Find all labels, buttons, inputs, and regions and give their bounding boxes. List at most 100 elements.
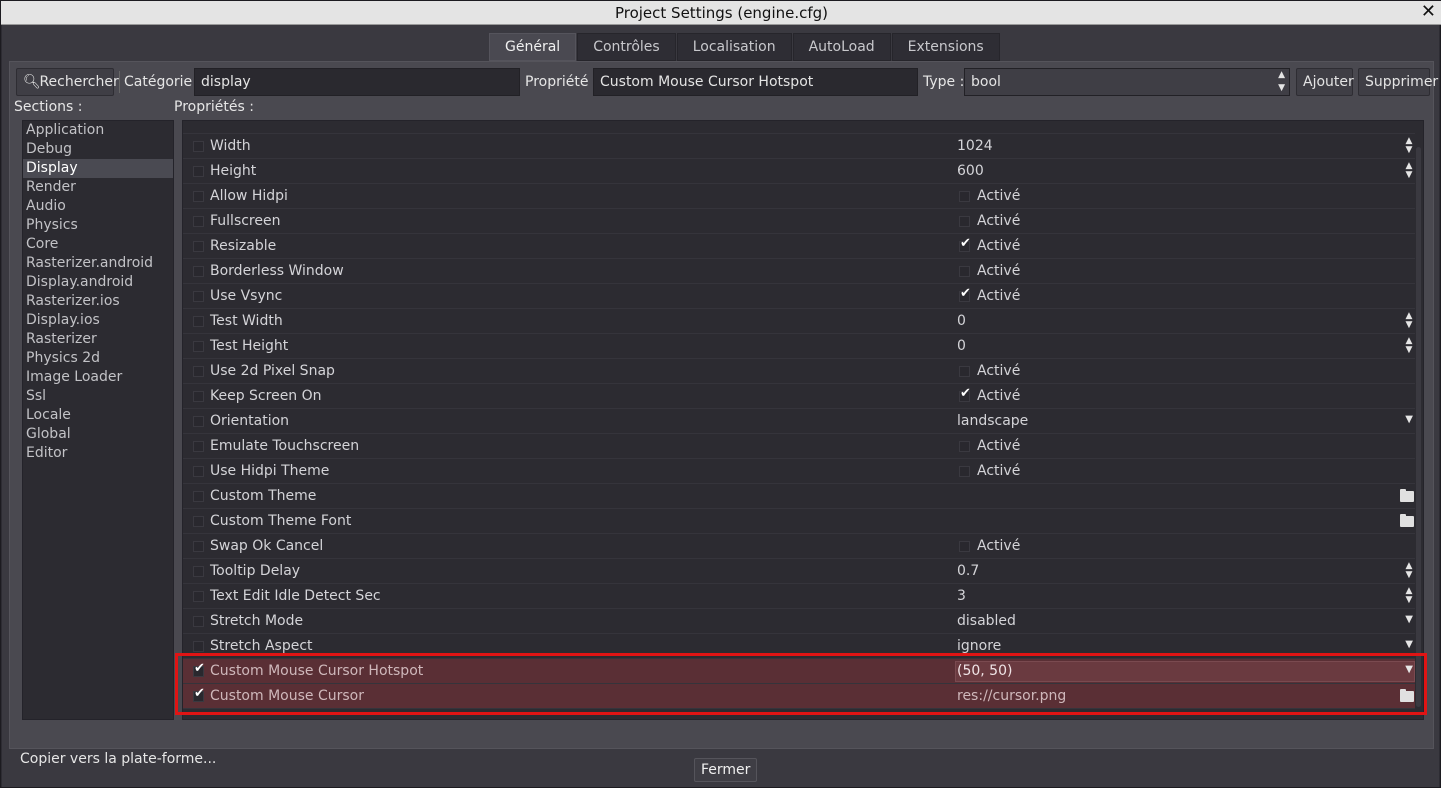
section-item-display-ios[interactable]: Display.ios (23, 311, 173, 330)
section-item-application[interactable]: Application (23, 121, 173, 140)
value-checkbox[interactable] (959, 541, 970, 552)
property-row[interactable]: Use Vsync ✔ Activé (183, 284, 1415, 309)
override-checkbox[interactable] (193, 441, 204, 452)
property-input[interactable]: Custom Mouse Cursor Hotspot (593, 68, 918, 96)
property-row[interactable]: Height 600 ▲ ▼ (183, 159, 1415, 184)
section-item-render[interactable]: Render (23, 178, 173, 197)
override-checkbox[interactable] (193, 416, 204, 427)
type-select[interactable]: bool ▲ ▼ (964, 68, 1290, 96)
value-checkbox[interactable] (959, 466, 970, 477)
folder-icon[interactable] (1400, 514, 1414, 527)
override-checkbox[interactable] (193, 166, 204, 177)
section-item-editor[interactable]: Editor (23, 444, 173, 463)
close-button[interactable]: Fermer (694, 758, 758, 782)
section-item-locale[interactable]: Locale (23, 406, 173, 425)
dropdown-arrow-icon[interactable]: ▼ (1405, 614, 1413, 625)
property-row[interactable]: Test Height 0 ▲ ▼ (183, 334, 1415, 359)
override-checkbox[interactable] (193, 566, 204, 577)
spinner-icon[interactable]: ▲ ▼ (1403, 137, 1415, 155)
spinner-icon[interactable]: ▲ ▼ (1403, 562, 1415, 580)
add-button[interactable]: Ajouter (1296, 68, 1354, 96)
property-row[interactable]: ✔ Custom Mouse Cursor res://cursor.png (183, 684, 1415, 709)
copy-to-platform-link[interactable]: Copier vers la plate-forme... (20, 751, 216, 767)
value-editor-box[interactable] (955, 661, 1415, 682)
override-checkbox[interactable] (193, 241, 204, 252)
section-item-rasterizer-android[interactable]: Rasterizer.android (23, 254, 173, 273)
property-value[interactable]: 3 (957, 588, 966, 604)
override-checkbox[interactable] (193, 591, 204, 602)
property-row[interactable]: Custom Theme Font (183, 509, 1415, 534)
folder-icon[interactable] (1400, 689, 1414, 702)
delete-button[interactable]: Supprimer (1358, 68, 1438, 96)
section-item-audio[interactable]: Audio (23, 197, 173, 216)
override-checkbox[interactable] (193, 616, 204, 627)
value-checkbox[interactable] (959, 266, 970, 277)
section-item-image-loader[interactable]: Image Loader (23, 368, 173, 387)
property-row[interactable]: Stretch Mode disabled ▼ (183, 609, 1415, 634)
property-value[interactable]: 0 (957, 338, 966, 354)
spinner-icon[interactable]: ▲ ▼ (1403, 587, 1415, 605)
section-item-global[interactable]: Global (23, 425, 173, 444)
dropdown-arrow-icon[interactable]: ▼ (1405, 639, 1413, 650)
spinner-icon[interactable]: ▲ ▼ (1403, 162, 1415, 180)
override-checkbox[interactable] (193, 541, 204, 552)
value-checkbox[interactable] (959, 216, 970, 227)
section-item-physics-2d[interactable]: Physics 2d (23, 349, 173, 368)
property-row[interactable]: Resizable ✔ Activé (183, 234, 1415, 259)
section-item-display-android[interactable]: Display.android (23, 273, 173, 292)
property-row[interactable]: Custom Theme (183, 484, 1415, 509)
property-row[interactable]: Text Edit Idle Detect Sec 3 ▲ ▼ (183, 584, 1415, 609)
property-row[interactable]: Test Width 0 ▲ ▼ (183, 309, 1415, 334)
property-row[interactable]: Allow Hidpi Activé (183, 184, 1415, 209)
value-checkbox[interactable] (959, 366, 970, 377)
property-row[interactable]: Fullscreen Activé (183, 209, 1415, 234)
property-row[interactable]: Borderless Window Activé (183, 259, 1415, 284)
override-checkbox[interactable] (193, 516, 204, 527)
dropdown-arrow-icon[interactable]: ▼ (1405, 414, 1413, 425)
override-checkbox[interactable] (193, 141, 204, 152)
sections-list[interactable]: Application Debug Display Render Audio Physic… (22, 120, 174, 720)
property-value[interactable]: ignore (957, 638, 1001, 654)
properties-scrollbar[interactable] (1416, 147, 1421, 707)
property-row[interactable]: Width 1024 ▲ ▼ (183, 134, 1415, 159)
property-value[interactable]: 600 (957, 163, 984, 179)
property-row[interactable]: Orientation landscape ▼ (183, 409, 1415, 434)
property-value[interactable]: landscape (957, 413, 1028, 429)
property-value[interactable]: (50, 50) (957, 663, 1012, 679)
tab-contr-les[interactable]: Contrôles (577, 33, 676, 61)
override-checkbox[interactable] (193, 191, 204, 202)
dropdown-arrow-icon[interactable]: ▼ (1405, 664, 1413, 675)
property-row[interactable]: Swap Ok Cancel Activé (183, 534, 1415, 559)
property-row[interactable]: Emulate Touchscreen Activé (183, 434, 1415, 459)
section-item-display[interactable]: Display (23, 159, 173, 178)
category-input[interactable]: display (194, 68, 520, 96)
override-checkbox[interactable] (193, 491, 204, 502)
property-value[interactable]: 0 (957, 313, 966, 329)
property-value[interactable]: disabled (957, 613, 1016, 629)
property-value[interactable]: 1024 (957, 138, 993, 154)
property-row[interactable]: Tooltip Delay 0.7 ▲ ▼ (183, 559, 1415, 584)
override-checkbox[interactable] (193, 291, 204, 302)
tab-g-n-ral[interactable]: Général (489, 33, 577, 61)
property-row-partial[interactable] (183, 121, 1415, 134)
property-row[interactable]: Stretch Aspect ignore ▼ (183, 634, 1415, 659)
property-row[interactable]: Use 2d Pixel Snap Activé (183, 359, 1415, 384)
override-checkbox[interactable] (193, 466, 204, 477)
section-item-core[interactable]: Core (23, 235, 173, 254)
spinner-icon[interactable]: ▲ ▼ (1403, 312, 1415, 330)
property-row[interactable]: Use Hidpi Theme Activé (183, 459, 1415, 484)
section-item-rasterizer-ios[interactable]: Rasterizer.ios (23, 292, 173, 311)
value-checkbox[interactable] (959, 441, 970, 452)
property-value[interactable]: 0.7 (957, 563, 979, 579)
override-checkbox[interactable] (193, 341, 204, 352)
spinner-icon[interactable]: ▲ ▼ (1403, 337, 1415, 355)
search-button[interactable]: 🔍︎ Rechercher (16, 68, 119, 96)
property-value[interactable]: res://cursor.png (957, 688, 1066, 704)
override-checkbox[interactable] (193, 266, 204, 277)
override-checkbox[interactable] (193, 216, 204, 227)
tab-extensions[interactable]: Extensions (891, 33, 1000, 61)
section-item-rasterizer[interactable]: Rasterizer (23, 330, 173, 349)
override-checkbox[interactable] (193, 641, 204, 652)
override-checkbox[interactable] (193, 316, 204, 327)
section-item-physics[interactable]: Physics (23, 216, 173, 235)
